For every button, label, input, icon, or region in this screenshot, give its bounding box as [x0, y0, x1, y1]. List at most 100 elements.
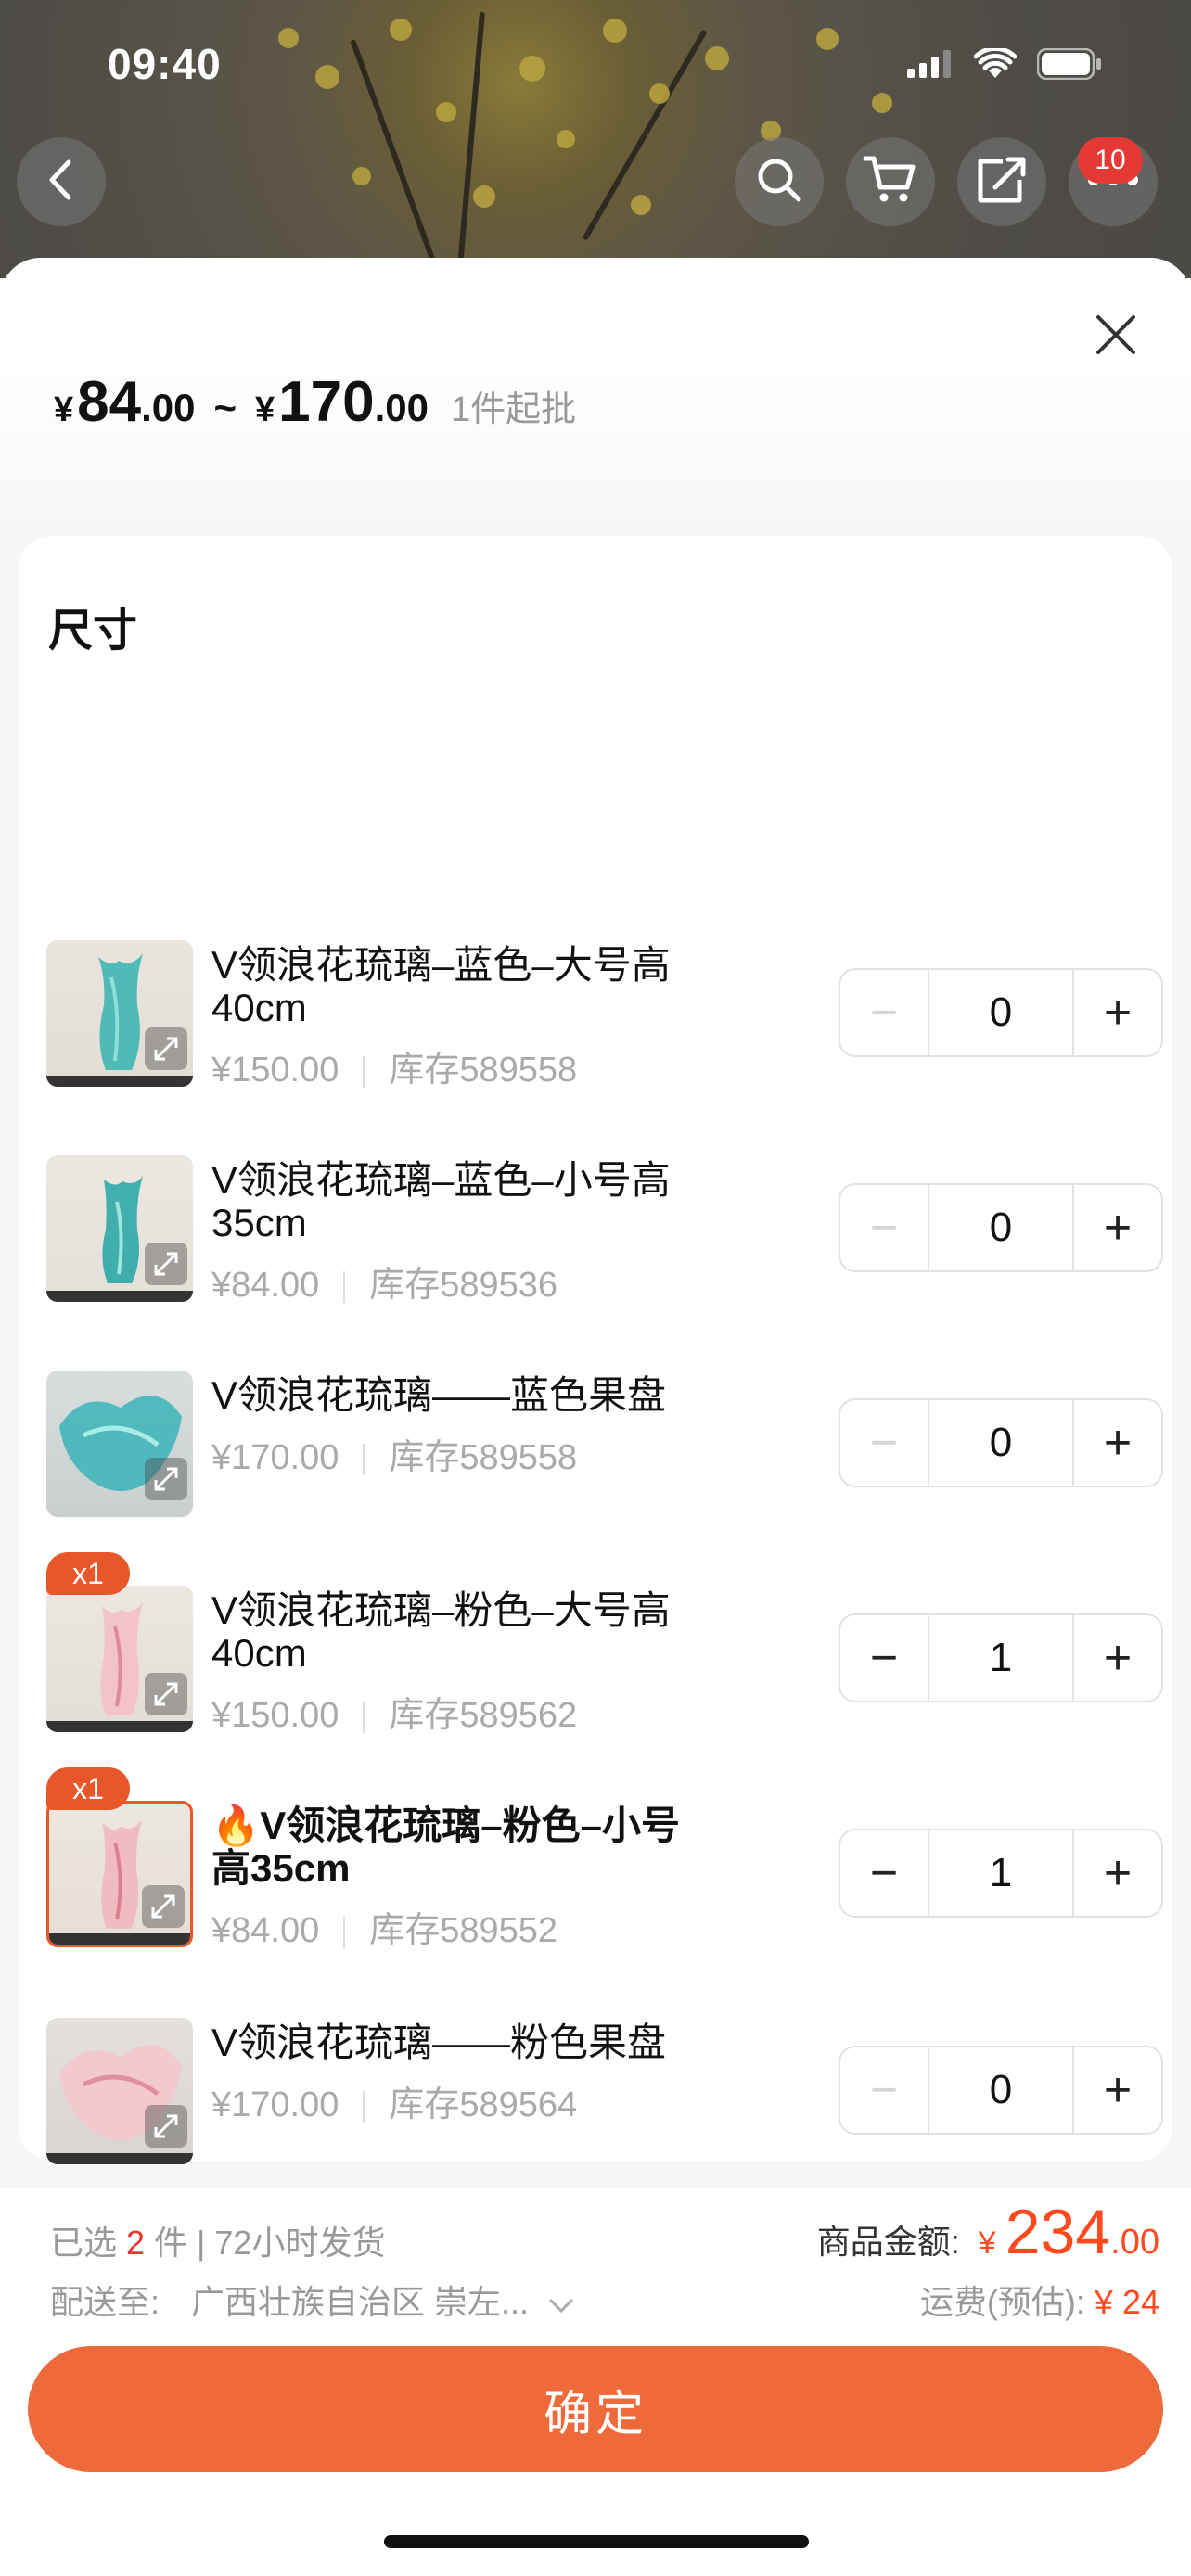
freight-value: ¥ 24 [1094, 2283, 1159, 2321]
sku-price: ¥150.00 [211, 1696, 339, 1735]
increase-button[interactable]: + [1074, 1400, 1161, 1486]
search-icon [754, 155, 804, 210]
quantity-stepper: − 0 + [839, 968, 1163, 1057]
expand-icon[interactable] [142, 1885, 185, 1928]
quantity-value[interactable]: 0 [928, 1400, 1074, 1486]
selected-prefix: 已选 [50, 2224, 118, 2262]
sku-thumbnail[interactable] [46, 1155, 193, 1302]
sku-meta: ¥150.00 库存589558 [211, 1040, 577, 1091]
sku-meta: ¥150.00 库存589562 [211, 1686, 577, 1737]
freight-label: 运费(预估): [919, 2283, 1085, 2321]
sku-meta: ¥84.00 库存589536 [211, 1256, 557, 1307]
sku-thumbnail[interactable] [46, 2018, 193, 2164]
ship-to-label: 配送至: [50, 2283, 160, 2321]
decrease-button[interactable]: − [840, 1185, 928, 1270]
sku-meta: ¥170.00 库存589558 [211, 1428, 577, 1479]
selected-qty-badge: x1 [46, 1767, 130, 1810]
price-high-dec: .00 [374, 386, 429, 429]
battery-icon [1036, 47, 1102, 84]
decrease-button[interactable]: − [840, 970, 928, 1055]
size-options-card: 尺寸 V领浪花琉璃–蓝色–大号高40cm ¥150.00 库存589558 − 0… [19, 536, 1172, 2164]
sku-stock: 库存589558 [389, 1051, 578, 1090]
order-footer: 已选 2 件 | 72小时发货 配送至: 广西壮族自治区 崇左... 商品金额: ¥… [0, 2188, 1191, 2576]
quantity-stepper: − 1 + [839, 1613, 1163, 1702]
sku-meta: ¥84.00 库存589552 [211, 1901, 557, 1952]
expand-icon[interactable] [145, 1673, 187, 1715]
cart-count-badge: 10 [1078, 137, 1143, 184]
sku-stock: 库存589562 [389, 1696, 578, 1735]
share-icon [975, 154, 1029, 210]
sku-stock: 库存589536 [369, 1266, 558, 1305]
expand-icon[interactable] [145, 2105, 187, 2148]
sku-meta: ¥170.00 库存589564 [211, 2075, 577, 2126]
ship-to-selector[interactable]: 配送至: 广西壮族自治区 崇左... [50, 2276, 575, 2324]
cart-icon [863, 154, 918, 210]
back-button[interactable] [17, 137, 106, 226]
amount-dec: .00 [1110, 2223, 1159, 2262]
signal-icon [907, 50, 954, 83]
sku-row: V领浪花琉璃–蓝色–小号高35cm ¥84.00 库存589536 − 0 + [46, 1155, 1163, 1313]
status-bar: 09:40 [0, 0, 1191, 130]
quantity-stepper: − 1 + [839, 1829, 1163, 1918]
wifi-icon [973, 45, 1018, 84]
min-order-label: 1件起批 [451, 390, 577, 429]
decrease-button[interactable]: − [840, 2047, 928, 2133]
increase-button[interactable]: + [1074, 2047, 1161, 2133]
increase-button[interactable]: + [1074, 1830, 1161, 1916]
decrease-button[interactable]: − [840, 1400, 928, 1486]
search-button[interactable] [735, 137, 824, 226]
price-high-currency: ¥ [255, 390, 275, 429]
price-low-currency: ¥ [54, 390, 74, 429]
status-time: 09:40 [108, 40, 222, 88]
amount-label: 商品金额: [816, 2223, 960, 2261]
selected-count: 2 [126, 2224, 146, 2262]
back-icon [43, 157, 80, 208]
quantity-stepper: − 0 + [839, 1398, 1163, 1487]
sku-price: ¥170.00 [211, 1438, 339, 1477]
sku-row: V领浪花琉璃——粉色果盘 ¥170.00 库存589564 − 0 + [46, 2018, 1163, 2175]
close-icon [1085, 315, 1146, 369]
amount-currency: ¥ [978, 2225, 996, 2261]
sku-name: 🔥V领浪花琉璃–粉色–小号高35cm [211, 1804, 681, 1890]
ship-to-value: 广西壮族自治区 崇左... [191, 2283, 530, 2321]
sku-price: ¥84.00 [211, 1266, 320, 1305]
increase-button[interactable]: + [1074, 970, 1161, 1055]
decrease-button[interactable]: − [840, 1830, 928, 1916]
quantity-value[interactable]: 0 [928, 1185, 1074, 1270]
quantity-stepper: − 0 + [839, 2046, 1163, 2135]
freight-estimate: 运费(预估): ¥ 24 [920, 2276, 1159, 2324]
home-indicator[interactable] [384, 2535, 809, 2548]
sku-row-selected: x1 🔥V领浪花琉璃–粉色–小号高35cm ¥84.00 库存589552 − 1… [46, 1767, 1163, 1958]
status-icons [907, 45, 1102, 84]
sku-name: V领浪花琉璃——蓝色果盘 [211, 1373, 667, 1417]
share-button[interactable] [957, 137, 1046, 226]
price-range: ¥ 84 .00 ~ ¥ 170 .00 1件起批 [54, 369, 576, 435]
selected-suffix: 件 | 72小时发货 [154, 2224, 386, 2262]
quantity-value[interactable]: 1 [928, 1615, 1074, 1701]
increase-button[interactable]: + [1074, 1615, 1161, 1701]
confirm-button[interactable]: 确定 [28, 2346, 1163, 2472]
price-tilde: ~ [213, 386, 237, 429]
increase-button[interactable]: + [1074, 1185, 1161, 1270]
cart-button[interactable] [846, 137, 935, 226]
chevron-down-icon [547, 2285, 575, 2324]
section-title: 尺寸 [48, 606, 138, 656]
quantity-value[interactable]: 0 [928, 970, 1074, 1055]
sku-thumbnail[interactable] [46, 940, 193, 1087]
sku-thumbnail[interactable] [46, 1586, 193, 1732]
price-low-dec: .00 [141, 386, 196, 429]
expand-icon[interactable] [145, 1243, 187, 1285]
quantity-value[interactable]: 0 [928, 2047, 1074, 2133]
quantity-value[interactable]: 1 [928, 1830, 1074, 1916]
decrease-button[interactable]: − [840, 1615, 928, 1701]
sku-thumbnail[interactable] [46, 1371, 193, 1517]
price-low-int: 84 [77, 370, 142, 434]
close-button[interactable] [1085, 304, 1146, 365]
expand-icon[interactable] [145, 1027, 187, 1070]
sku-thumbnail[interactable] [46, 1801, 193, 1947]
selected-summary: 已选 2 件 | 72小时发货 [50, 2216, 385, 2264]
expand-icon[interactable] [145, 1458, 187, 1500]
sku-price: ¥170.00 [211, 2085, 339, 2124]
sku-stock: 库存589558 [389, 1438, 578, 1477]
sku-row: V领浪花琉璃–蓝色–大号高40cm ¥150.00 库存589558 − 0 + [46, 940, 1163, 1098]
